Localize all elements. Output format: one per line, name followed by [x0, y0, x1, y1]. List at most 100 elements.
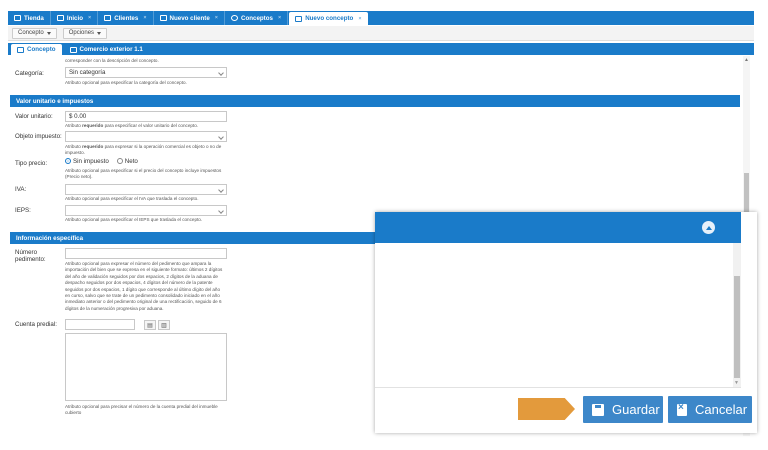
valor-unitario-value: $ 0.00: [69, 113, 87, 120]
store-icon: [14, 15, 21, 21]
concepto-menu[interactable]: Concepto: [12, 27, 57, 39]
save-label: Guardar: [612, 402, 660, 417]
popup-panel: ▼ Guardar Cancelar: [375, 212, 757, 433]
divider: [375, 387, 741, 388]
form-tabs: Concepto Comercio exterior 1.1: [8, 43, 754, 55]
tab-clientes[interactable]: Clientes ×: [98, 11, 154, 25]
help-text: Atributo: [65, 144, 83, 149]
valor-unitario-help: Atributo requerido para especificar el v…: [65, 123, 225, 129]
categoria-select[interactable]: Sin categoría: [65, 67, 227, 78]
home-icon: [56, 15, 64, 21]
iva-label: IVA:: [15, 186, 27, 193]
tab-conceptos[interactable]: Conceptos ×: [225, 11, 289, 25]
tab-comercio-exterior[interactable]: Comercio exterior 1.1: [64, 44, 149, 55]
cancel-button[interactable]: Cancelar: [668, 396, 752, 423]
iva-help: Atributo opcional para especificar el IV…: [65, 196, 199, 201]
tab-label: Conceptos: [240, 14, 273, 22]
scroll-top-icon[interactable]: [702, 221, 715, 234]
add-cuenta-button[interactable]: ▤: [144, 320, 156, 330]
close-icon[interactable]: ×: [88, 15, 91, 21]
tipo-precio-label: Tipo precio:: [15, 160, 48, 167]
menu-label: Concepto: [18, 30, 44, 36]
cuenta-predial-label: Cuenta predial:: [15, 321, 57, 328]
section-valor-unitario: Valor unitario e impuestos: [10, 95, 740, 107]
help-strong: requerido: [82, 144, 104, 149]
save-button[interactable]: Guardar: [583, 396, 663, 423]
tab-label: Inicio: [66, 14, 84, 22]
tab-inicio[interactable]: Inicio ×: [51, 11, 99, 25]
copy-icon: ▤: [147, 322, 153, 329]
close-icon[interactable]: ×: [143, 15, 146, 21]
valor-unitario-label: Valor unitario:: [15, 113, 53, 120]
radio-selected-icon: [65, 158, 71, 165]
main-tab-bar: Tienda Inicio × Clientes × Nuevo cliente × …: [8, 11, 754, 25]
categoria-help: Atributo opcional para especificar la ca…: [65, 80, 187, 85]
ieps-label: IEPS:: [15, 207, 31, 214]
delete-cuenta-button[interactable]: ▥: [158, 320, 170, 330]
close-icon[interactable]: ×: [215, 15, 218, 21]
radio-label: Neto: [124, 158, 138, 165]
popup-header: [375, 212, 741, 243]
close-icon[interactable]: ×: [358, 16, 361, 22]
document-icon: [69, 46, 77, 53]
label-line: Número: [15, 249, 38, 256]
iva-select[interactable]: [65, 184, 227, 195]
close-icon[interactable]: ×: [278, 15, 281, 21]
cancel-label: Cancelar: [695, 402, 748, 417]
save-icon: [592, 403, 604, 416]
radio-icon: [116, 158, 123, 165]
scroll-up-icon[interactable]: ▲: [744, 57, 749, 63]
caret-down-icon: [46, 31, 51, 35]
tab-nuevo-cliente[interactable]: Nuevo cliente ×: [154, 11, 225, 25]
document-icon: [17, 46, 24, 53]
categoria-value: Sin categoría: [69, 69, 106, 76]
radio-sin-impuesto[interactable]: Sin impuesto: [65, 158, 109, 165]
label-line: pedimento:: [15, 256, 46, 263]
caret-down-icon: [97, 31, 102, 35]
scroll-down-icon[interactable]: ▼: [734, 380, 739, 386]
help-strong: requerido: [82, 123, 104, 128]
opciones-menu[interactable]: Opciones: [62, 27, 108, 39]
chevron-down-icon: [218, 187, 224, 193]
valor-unitario-input[interactable]: $ 0.00: [65, 111, 227, 122]
chevron-down-icon: [218, 70, 224, 76]
tab-label: Nuevo concepto: [305, 15, 354, 22]
tipo-precio-group: Sin impuesto Neto: [65, 158, 138, 165]
objeto-impuesto-label: Objeto impuesto:: [15, 133, 62, 140]
gear-icon: [230, 15, 238, 21]
form-scrollbar-thumb[interactable]: [744, 173, 749, 213]
trash-icon: ▥: [161, 322, 167, 329]
users-icon: [104, 15, 112, 21]
tab-label: Concepto: [27, 46, 56, 53]
help-text: Atributo: [65, 123, 83, 128]
document-icon: [295, 15, 303, 22]
tab-concepto[interactable]: Concepto: [11, 44, 62, 55]
chevron-down-icon: [218, 208, 224, 214]
radio-label: Sin impuesto: [73, 158, 109, 165]
cuenta-predial-input[interactable]: [65, 319, 135, 330]
menu-label: Opciones: [68, 30, 95, 36]
toolbar: Concepto Opciones: [8, 26, 754, 41]
objeto-impuesto-select[interactable]: [65, 131, 227, 142]
tab-nuevo-concepto[interactable]: Nuevo concepto ×: [289, 12, 368, 25]
numero-pedimento-input[interactable]: [65, 248, 227, 259]
categoria-label: Categoría:: [15, 70, 44, 77]
tab-tienda[interactable]: Tienda: [8, 11, 51, 25]
help-text: para especificar el valor unitario del c…: [103, 123, 199, 128]
ieps-select[interactable]: [65, 205, 227, 216]
cancel-icon: [677, 402, 687, 416]
objeto-impuesto-help: Atributo requerido para expresar si la o…: [65, 144, 225, 157]
tipo-precio-help: Atributo opcional para especificar si el…: [65, 168, 222, 180]
chevron-down-icon: [218, 134, 224, 140]
numero-pedimento-help: Atributo opcional para expresar el númer…: [65, 261, 223, 311]
cuenta-predial-list[interactable]: [65, 333, 227, 401]
ieps-help: Atributo opcional para especificar el IE…: [65, 217, 203, 222]
radio-neto[interactable]: Neto: [116, 158, 138, 165]
tab-label: Nuevo cliente: [169, 14, 210, 22]
tab-label: Clientes: [114, 14, 139, 22]
popup-scrollbar-thumb[interactable]: [734, 276, 740, 378]
numero-pedimento-label: Número pedimento:: [15, 249, 46, 263]
pointer-arrow-icon: [518, 398, 575, 420]
document-icon: [159, 15, 167, 21]
description-help: corresponder con la descripción del conc…: [65, 58, 159, 63]
